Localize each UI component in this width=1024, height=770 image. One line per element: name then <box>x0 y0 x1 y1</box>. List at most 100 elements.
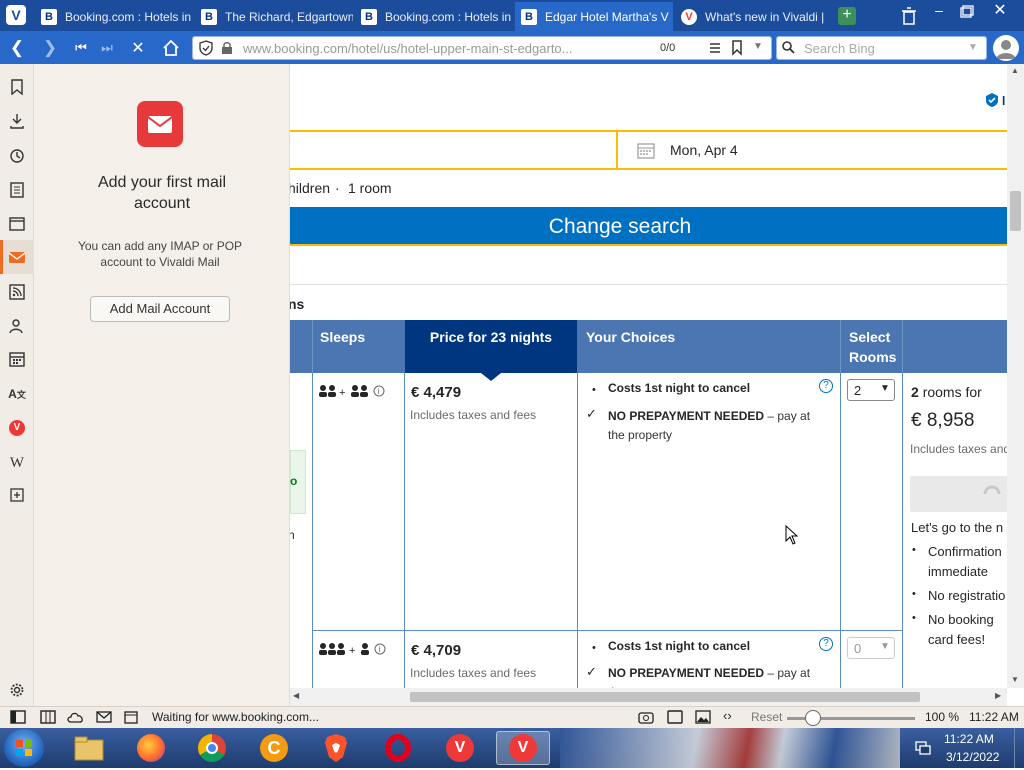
stop-button[interactable]: ✕ <box>127 37 149 59</box>
brave-icon <box>325 734 347 762</box>
booking-favicon-icon: B <box>361 8 377 25</box>
home-button[interactable] <box>160 37 182 59</box>
summary-bullet-1b: immediate <box>928 564 988 579</box>
vertical-scrollbar[interactable]: ▲ ▼ <box>1007 64 1024 688</box>
search-field[interactable]: Search Bing ▼ <box>776 36 987 60</box>
chevron-down-icon[interactable]: ▼ <box>753 41 763 52</box>
toggle-panel-icon[interactable] <box>10 710 26 724</box>
vivaldi-menu-button[interactable]: V <box>6 5 26 25</box>
taskbar-clock-time[interactable]: 11:22 AM <box>944 732 994 746</box>
summary-bullet-1: Confirmation <box>928 544 1002 559</box>
fast-forward-icon: ⏭ <box>101 40 113 55</box>
tab-the-richard[interactable]: B The Richard, Edgartown <box>195 2 353 31</box>
taskbar-opera[interactable] <box>378 731 418 765</box>
scroll-right-icon[interactable]: ▶ <box>995 691 1001 700</box>
maximize-button[interactable] <box>955 2 977 24</box>
occupancy-rooms[interactable]: 1 room <box>348 180 392 196</box>
rewind-button[interactable]: ⏮ <box>70 37 92 59</box>
zoom-reset-button[interactable]: Reset <box>751 710 782 724</box>
mail-panel-button[interactable] <box>0 240 34 274</box>
checkmark-icon: ✓ <box>586 406 597 421</box>
booking-page: l Mon, Apr 4 hildren · 1 room Change sea… <box>290 64 1007 688</box>
add-panel-icon[interactable] <box>8 486 26 504</box>
row2-select-rooms[interactable]: 0 ▼ <box>847 637 895 659</box>
start-button[interactable] <box>4 729 44 767</box>
row1-select-rooms[interactable]: 2 ▼ <box>847 379 895 401</box>
show-desktop-button[interactable] <box>1014 728 1024 768</box>
checkout-field[interactable]: Mon, Apr 4 <box>620 132 1007 168</box>
contacts-icon[interactable] <box>8 317 26 335</box>
vivaldi-icon: V <box>509 734 537 762</box>
page-actions-icon[interactable]: ‹› <box>723 708 732 723</box>
tab-bar: V B Booking.com : Hotels in B The Richar… <box>0 0 1024 31</box>
horizontal-scroll-thumb[interactable] <box>410 692 920 702</box>
taskbar-vivaldi-active[interactable]: V <box>496 731 550 765</box>
row2-price: € 4,709 <box>411 642 462 659</box>
taskbar-chrome[interactable] <box>192 731 232 765</box>
forward-button[interactable]: ❯ <box>39 37 61 59</box>
summary-total-price: € 8,958 <box>911 410 975 431</box>
trash-icon[interactable] <box>901 7 917 25</box>
notes-icon[interactable] <box>8 181 26 199</box>
scroll-up-icon[interactable]: ▲ <box>1011 66 1019 75</box>
help-question-icon[interactable]: ? <box>819 637 833 651</box>
booking-favicon-icon: B <box>521 8 537 25</box>
history-icon[interactable] <box>8 147 26 165</box>
reserve-button[interactable] <box>910 476 1007 512</box>
scroll-left-icon[interactable]: ◀ <box>293 691 299 700</box>
change-search-button[interactable]: Change search <box>290 207 1007 246</box>
network-tray-icon[interactable] <box>915 739 931 755</box>
header-sleeps: Sleeps <box>320 329 366 345</box>
taskbar-file-explorer[interactable] <box>69 731 109 765</box>
settings-gear-icon[interactable] <box>8 681 26 699</box>
zoom-slider-handle[interactable] <box>805 710 821 726</box>
bookmarks-icon[interactable] <box>8 78 26 96</box>
add-mail-account-button[interactable]: Add Mail Account <box>90 296 230 322</box>
search-input[interactable]: Search Bing <box>804 41 875 56</box>
scroll-down-icon[interactable]: ▼ <box>1011 675 1019 684</box>
checkin-field[interactable] <box>290 132 618 168</box>
taskbar-vivaldi[interactable]: V <box>440 731 480 765</box>
taskbar-firefox[interactable] <box>131 731 171 765</box>
horizontal-scrollbar[interactable]: ◀ ▶ <box>290 688 1007 706</box>
images-toggle-icon[interactable] <box>695 710 711 724</box>
url-text[interactable]: www.booking.com/hotel/us/hotel-upper-mai… <box>243 41 573 56</box>
tab-edgar-hotel[interactable]: B Edgar Hotel Martha's V <box>515 2 673 31</box>
address-bar[interactable]: www.booking.com/hotel/us/hotel-upper-mai… <box>192 36 772 60</box>
feeds-icon[interactable] <box>8 283 26 301</box>
vertical-scroll-thumb[interactable] <box>1010 191 1021 231</box>
mail-status-icon[interactable] <box>96 711 112 723</box>
wikipedia-icon[interactable]: W <box>8 454 26 472</box>
new-tab-button[interactable]: + <box>838 7 856 25</box>
chevron-down-icon[interactable]: ▼ <box>968 42 978 53</box>
tab-booking-2[interactable]: B Booking.com : Hotels in <box>355 2 513 31</box>
desktop-wallpaper-peek <box>560 728 900 768</box>
page-tiling-icon[interactable] <box>667 710 683 724</box>
window-panel-icon[interactable] <box>8 215 26 233</box>
chevron-right-icon: ❯ <box>42 38 58 57</box>
calendar-icon[interactable] <box>8 350 26 368</box>
vivaldi-web-panel-icon[interactable]: V <box>9 420 25 436</box>
taskbar-ccleaner[interactable]: C <box>254 731 294 765</box>
fast-forward-button[interactable]: ⏭ <box>96 37 118 59</box>
cloud-sync-icon[interactable] <box>67 710 85 724</box>
tab-tiling-icon[interactable] <box>40 710 56 724</box>
close-window-button[interactable]: ✕ <box>985 0 1015 24</box>
tab-vivaldi-news[interactable]: V What's new in Vivaldi | <box>675 2 827 31</box>
profile-button[interactable] <box>993 35 1019 61</box>
help-question-icon[interactable]: ? <box>819 379 833 393</box>
shield-icon[interactable] <box>199 40 213 56</box>
taskbar-clock-date[interactable]: 3/12/2022 <box>946 750 999 764</box>
tab-booking-1[interactable]: B Booking.com : Hotels in <box>35 2 193 31</box>
bookmark-icon[interactable] <box>731 40 743 56</box>
capture-icon[interactable] <box>638 710 654 724</box>
back-button[interactable]: ❮ <box>6 37 28 59</box>
reader-view-icon[interactable] <box>708 41 722 55</box>
calendar-status-icon[interactable] <box>124 710 138 724</box>
translate-icon[interactable]: A文 <box>8 385 26 403</box>
minimize-button[interactable]: – <box>928 2 950 24</box>
downloads-icon[interactable] <box>8 112 26 130</box>
occupancy-children[interactable]: hildren <box>290 180 330 196</box>
taskbar-brave[interactable] <box>316 731 356 765</box>
vivaldi-icon: V <box>446 734 474 762</box>
